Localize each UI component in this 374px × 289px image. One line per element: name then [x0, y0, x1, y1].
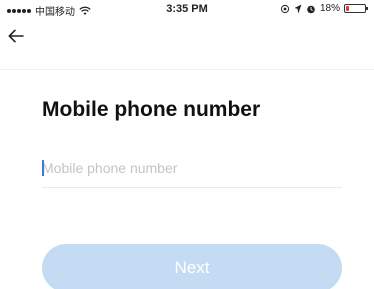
- back-button[interactable]: [4, 24, 28, 48]
- orientation-lock-icon: [280, 4, 290, 13]
- location-arrow-icon: [294, 4, 302, 13]
- page-title: Mobile phone number: [42, 98, 261, 121]
- battery-fill: [346, 6, 349, 11]
- battery-icon: [344, 4, 368, 13]
- status-bar: 中国移动 3:35 PM 18%: [0, 0, 374, 20]
- status-bar-right: 18%: [280, 3, 368, 14]
- navigation-bar: [0, 20, 374, 70]
- phone-number-field: [42, 152, 342, 188]
- next-button[interactable]: Next: [42, 244, 342, 289]
- phone-number-input[interactable]: [42, 152, 342, 184]
- alarm-clock-icon: [307, 5, 315, 13]
- text-cursor: [42, 160, 44, 176]
- battery-percent: 18%: [319, 3, 340, 14]
- arrow-left-icon: [8, 29, 24, 43]
- phone-number-screen: 中国移动 3:35 PM 18% Mobile phone number Mob…: [0, 0, 374, 289]
